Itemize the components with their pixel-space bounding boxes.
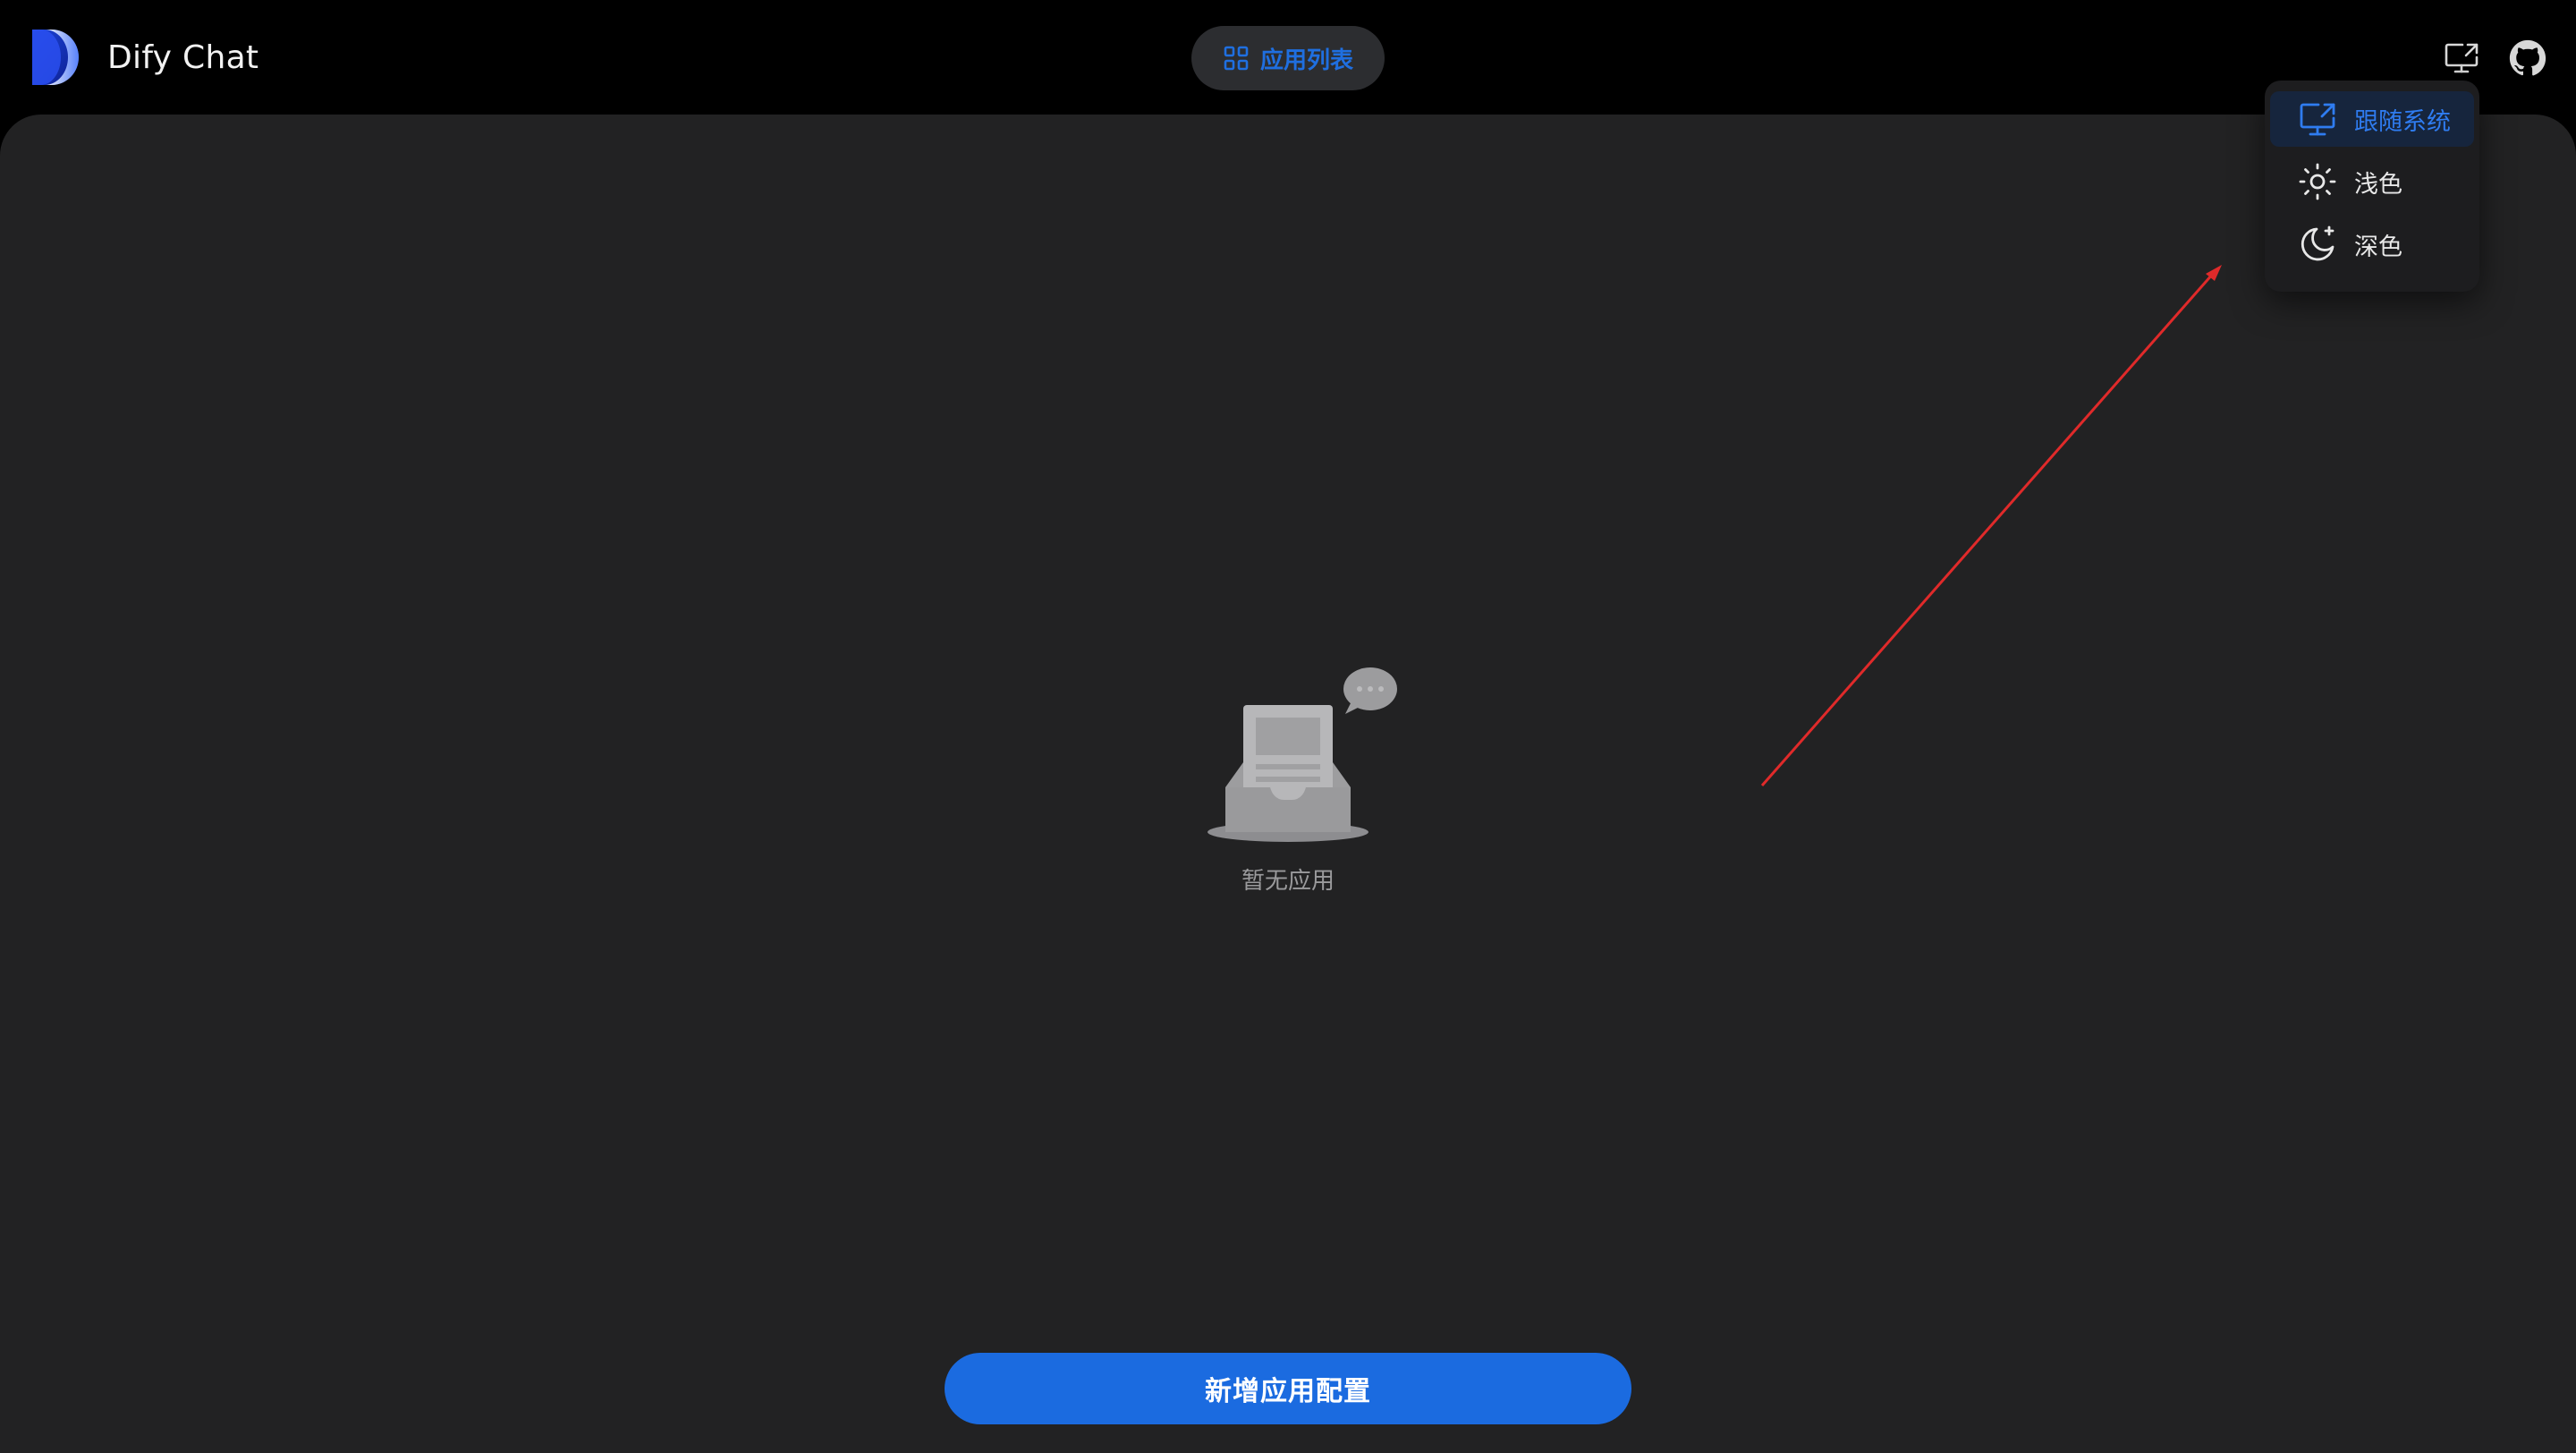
moon-icon xyxy=(2301,225,2334,261)
theme-option-label: 跟随系统 xyxy=(2354,107,2451,136)
empty-state-text: 暂无应用 xyxy=(1241,868,1335,895)
brand[interactable]: Dify Chat xyxy=(32,30,258,85)
grid-icon xyxy=(1224,46,1249,71)
sun-icon xyxy=(2299,163,2336,200)
theme-toggle-button[interactable] xyxy=(2443,39,2480,77)
theme-option-label: 浅色 xyxy=(2354,170,2402,199)
github-icon xyxy=(2509,39,2546,76)
monitor-icon xyxy=(2445,43,2479,73)
theme-option-system[interactable]: 跟随系统 xyxy=(2270,91,2474,147)
dify-logo-icon xyxy=(32,30,79,85)
theme-option-light[interactable]: 浅色 xyxy=(2270,154,2474,209)
github-link[interactable] xyxy=(2509,39,2546,77)
empty-state: 暂无应用 xyxy=(1199,662,1413,895)
app-list-nav-label: 应用列表 xyxy=(1259,47,1353,74)
app-header: Dify Chat 应用列表 xyxy=(0,0,2576,115)
app-list-nav-button[interactable]: 应用列表 xyxy=(1191,26,1385,90)
theme-option-dark[interactable]: 深色 xyxy=(2270,217,2474,272)
monitor-icon xyxy=(2300,103,2335,136)
empty-inbox-icon xyxy=(1208,667,1397,842)
app-title: Dify Chat xyxy=(107,38,259,76)
theme-menu: 跟随系统 浅色 深色 xyxy=(2265,81,2479,292)
add-app-config-button[interactable]: 新增应用配置 xyxy=(945,1353,1631,1424)
theme-option-label: 深色 xyxy=(2354,233,2402,261)
